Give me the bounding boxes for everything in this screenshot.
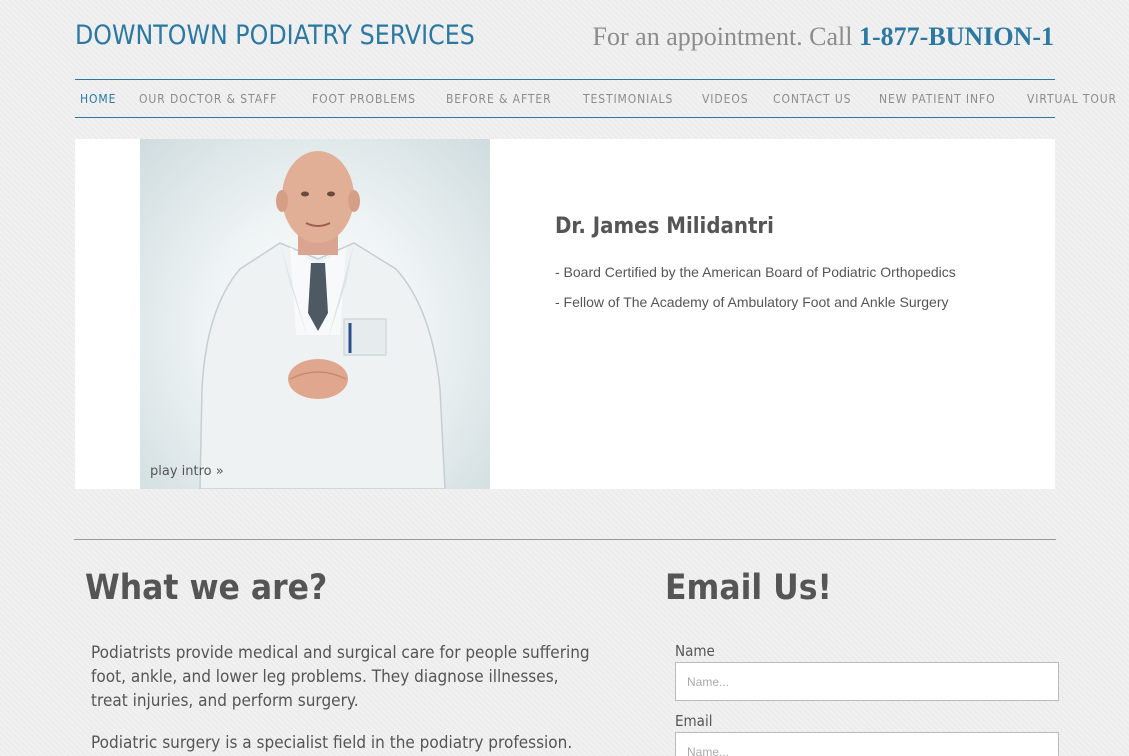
email-field-label: Email: [675, 712, 713, 730]
name-field-label: Name: [675, 642, 715, 660]
nav-item-new-patient-info[interactable]: NEW PATIENT INFO: [879, 92, 995, 106]
site-title[interactable]: DOWNTOWN PODIATRY SERVICES: [75, 20, 475, 51]
about-paragraph: Podiatrists provide medical and surgical…: [91, 643, 590, 711]
nav-item-our-doctor-staff[interactable]: OUR DOCTOR & STAFF: [139, 92, 277, 106]
appointment-callout: For an appointment. Call 1-877-BUNION-1: [593, 22, 1054, 52]
section-divider: [74, 539, 1056, 540]
doctor-video-thumbnail[interactable]: play intro »: [140, 139, 490, 489]
nav-item-foot-problems[interactable]: FOOT PROBLEMS: [312, 92, 416, 106]
doctor-name: Dr. James Milidantri: [555, 214, 774, 239]
hero-section: play intro » Dr. James Milidantri - Boar…: [75, 139, 1055, 489]
play-intro-link[interactable]: play intro »: [150, 464, 224, 479]
nav-item-virtual-tour[interactable]: VIRTUAL TOUR: [1027, 92, 1117, 106]
name-input[interactable]: [675, 662, 1059, 701]
about-paragraph: Podiatric surgery is a specialist field …: [91, 733, 573, 753]
nav-item-testimonials[interactable]: TESTIMONIALS: [583, 92, 673, 106]
about-heading: What we are?: [85, 568, 328, 608]
credential-line: - Fellow of The Academy of Ambulatory Fo…: [555, 294, 949, 310]
nav-item-contact-us[interactable]: CONTACT US: [773, 92, 851, 106]
nav-item-before-after[interactable]: BEFORE & AFTER: [446, 92, 551, 106]
nav-item-videos[interactable]: VIDEOS: [702, 92, 748, 106]
appointment-text: For an appointment. Call: [592, 22, 859, 51]
email-heading: Email Us!: [665, 568, 832, 608]
main-nav: HOME OUR DOCTOR & STAFF FOOT PROBLEMS BE…: [75, 79, 1116, 118]
email-input[interactable]: [675, 732, 1059, 756]
credential-line: - Board Certified by the American Board …: [555, 264, 956, 280]
doctor-figure: [199, 151, 446, 489]
phone-number[interactable]: 1-877-BUNION-1: [859, 22, 1054, 51]
nav-item-home[interactable]: HOME: [80, 92, 116, 106]
